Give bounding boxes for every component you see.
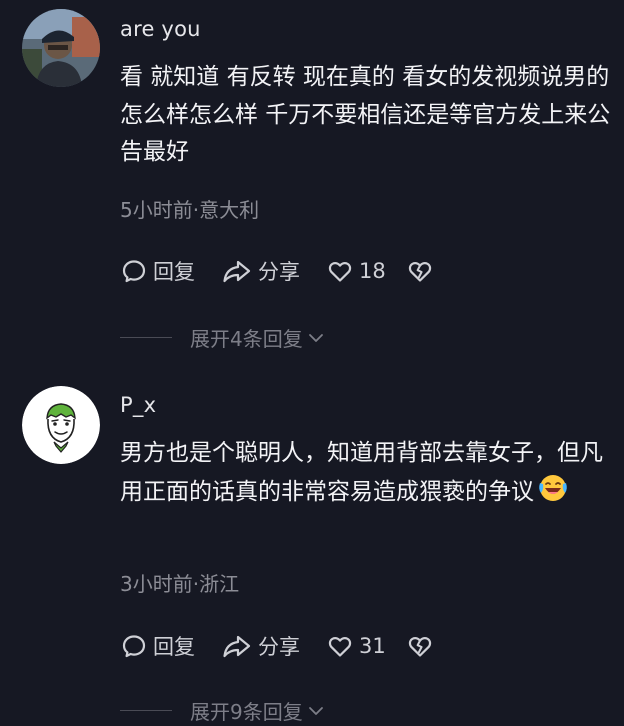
comment-meta: 5小时前·意大利 (120, 198, 260, 222)
like-button[interactable]: 31 (326, 632, 386, 660)
share-arrow-icon (223, 635, 251, 658)
expand-replies-button[interactable]: 展开4条回复 (120, 323, 325, 352)
comment-actions: 回复 分享 31 (120, 631, 439, 661)
chevron-down-icon (308, 706, 323, 715)
comment-actions: 回复 分享 18 (120, 256, 439, 286)
expand-replies-label: 展开4条回复 (190, 327, 303, 351)
share-label: 分享 (258, 260, 300, 284)
expand-replies-label: 展开9条回复 (190, 700, 303, 724)
expand-replies-button[interactable]: 展开9条回复 (120, 696, 325, 725)
username[interactable]: P_x (120, 391, 156, 419)
reply-bubble-icon (122, 260, 146, 283)
like-button[interactable]: 18 (326, 257, 386, 285)
like-count: 18 (359, 259, 386, 283)
reply-bubble-icon (122, 635, 146, 658)
user-photo-avatar (22, 9, 100, 87)
reply-button[interactable]: 回复 (120, 256, 195, 286)
laughing-crying-emoji-icon (538, 473, 568, 516)
chevron-down-icon (308, 333, 323, 342)
heart-icon (328, 262, 352, 282)
broken-heart-icon (408, 262, 431, 282)
comment-meta: 3小时前·浙江 (120, 572, 240, 596)
comment-text: 男方也是个聪明人，知道用背部去靠女子，但凡用正面的话真的非常容易造成猥亵的争议 (120, 435, 620, 515)
reply-label: 回复 (153, 260, 195, 284)
share-arrow-icon (223, 260, 251, 283)
avatar[interactable] (22, 9, 100, 87)
share-button[interactable]: 分享 (221, 631, 300, 661)
divider-line (120, 337, 172, 338)
comment-list: are you 看 就知道 有反转 现在真的 看女的发视频说男的 怎么样怎么样 … (0, 0, 624, 726)
broken-heart-icon (408, 637, 431, 657)
dislike-button[interactable] (406, 257, 439, 285)
reply-button[interactable]: 回复 (120, 631, 195, 661)
heart-icon (328, 637, 352, 657)
comment-text: 看 就知道 有反转 现在真的 看女的发视频说男的 怎么样怎么样 千万不要相信还是… (120, 64, 611, 165)
share-button[interactable]: 分享 (221, 256, 300, 286)
comment-text-body: 男方也是个聪明人，知道用背部去靠女子，但凡用正面的话真的非常容易造成猥亵的争议 (120, 440, 603, 505)
username[interactable]: are you (120, 15, 201, 43)
like-count: 31 (359, 634, 386, 658)
cartoon-face-avatar (22, 386, 100, 464)
share-label: 分享 (258, 635, 300, 659)
dislike-button[interactable] (406, 632, 439, 660)
reply-label: 回复 (153, 635, 195, 659)
divider-line (120, 710, 172, 711)
avatar[interactable] (22, 386, 100, 464)
